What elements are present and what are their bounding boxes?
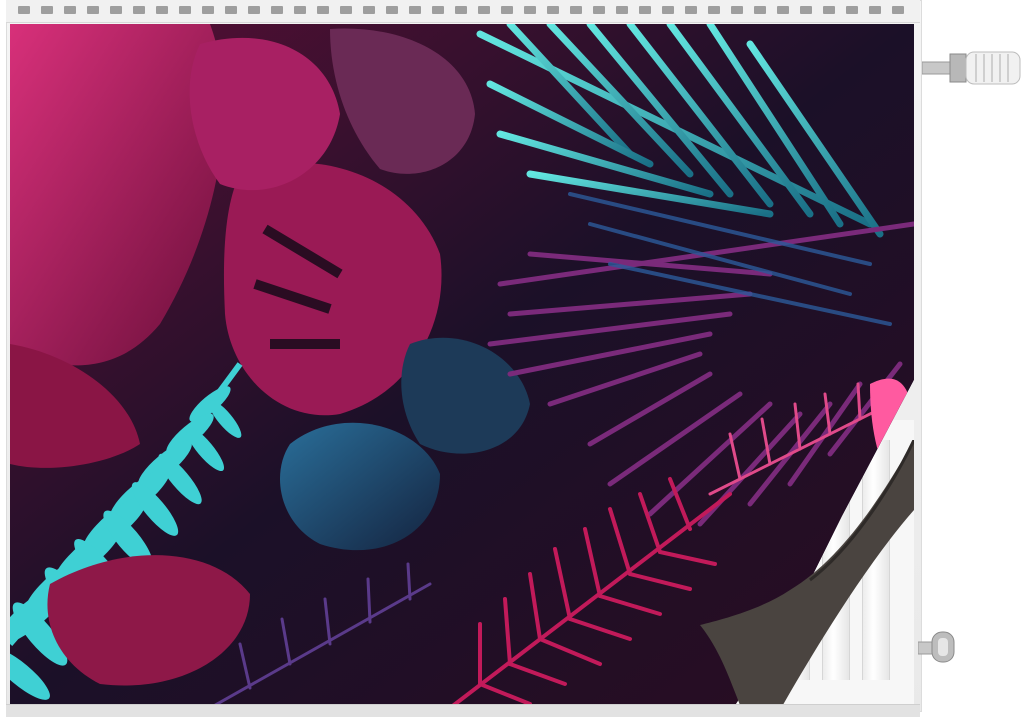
grille-slot bbox=[363, 6, 375, 14]
grille-slot bbox=[892, 6, 904, 14]
grille-slot bbox=[570, 6, 582, 14]
grille-slot bbox=[18, 6, 30, 14]
grille-slot bbox=[432, 6, 444, 14]
grille-slot bbox=[294, 6, 306, 14]
radiator-bottom-trim bbox=[6, 704, 920, 717]
grille-slot bbox=[708, 6, 720, 14]
grille-slot bbox=[731, 6, 743, 14]
grille-slot bbox=[800, 6, 812, 14]
grille-slot bbox=[202, 6, 214, 14]
thermostat-valve bbox=[922, 51, 1021, 85]
grille-slot bbox=[386, 6, 398, 14]
grille-slot bbox=[662, 6, 674, 14]
grille-slot bbox=[685, 6, 697, 14]
grille-slot bbox=[41, 6, 53, 14]
grille-slot bbox=[547, 6, 559, 14]
grille-slot bbox=[156, 6, 168, 14]
grille-slot bbox=[846, 6, 858, 14]
grille-slot bbox=[524, 6, 536, 14]
grille-slot bbox=[133, 6, 145, 14]
peeled-corner bbox=[700, 440, 914, 710]
grille-slot bbox=[478, 6, 490, 14]
product-image bbox=[0, 0, 1024, 719]
grille-slot bbox=[869, 6, 881, 14]
grille-slot bbox=[225, 6, 237, 14]
grille-slot bbox=[593, 6, 605, 14]
grille-slot bbox=[110, 6, 122, 14]
grille-slot bbox=[501, 6, 513, 14]
grille-slot bbox=[616, 6, 628, 14]
grille-slot bbox=[639, 6, 651, 14]
grille-slot bbox=[409, 6, 421, 14]
grille-slot bbox=[823, 6, 835, 14]
grille-slot bbox=[248, 6, 260, 14]
grille-slot bbox=[754, 6, 766, 14]
grille-slot bbox=[64, 6, 76, 14]
return-valve bbox=[918, 631, 955, 663]
grille-slot bbox=[455, 6, 467, 14]
grille-slot bbox=[340, 6, 352, 14]
grille-slot bbox=[317, 6, 329, 14]
grille-slot bbox=[179, 6, 191, 14]
radiator-top-grille bbox=[6, 0, 920, 23]
grille-slot bbox=[87, 6, 99, 14]
grille-slot bbox=[777, 6, 789, 14]
grille-slot bbox=[271, 6, 283, 14]
